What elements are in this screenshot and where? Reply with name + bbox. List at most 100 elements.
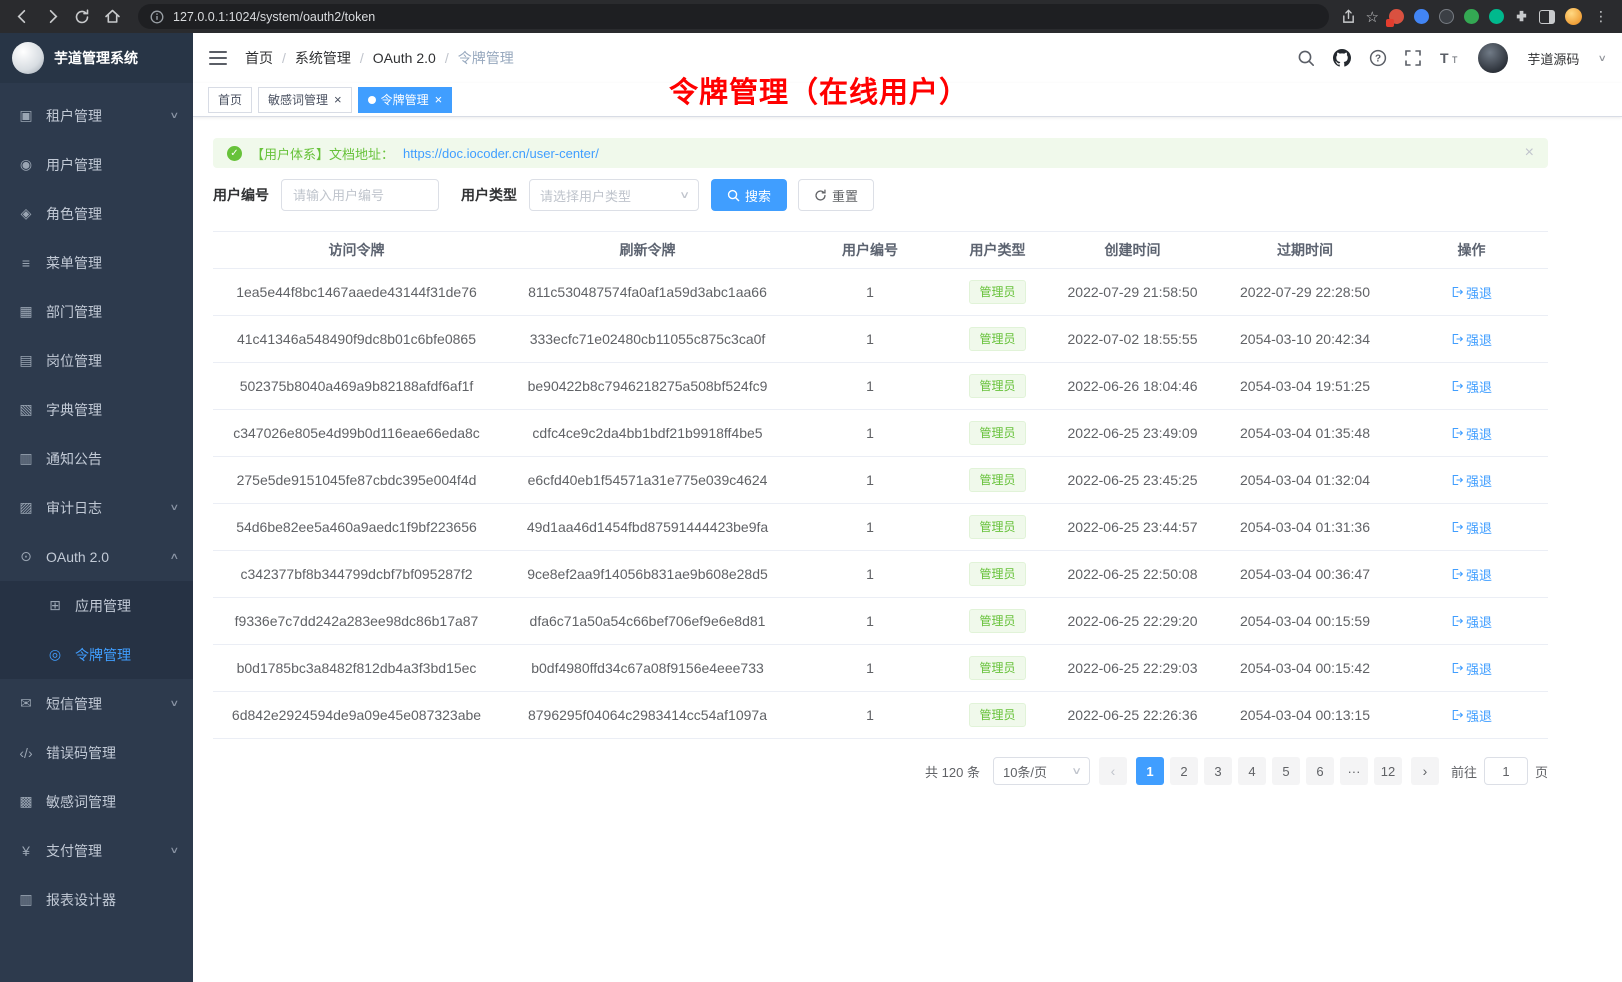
browser-home-icon[interactable] bbox=[98, 3, 126, 31]
sidebar-item-menu[interactable]: ≡ 菜单管理 bbox=[0, 238, 193, 287]
pagination: 共 120 条 10条/页 ∨ ‹ 123456···12 › 前往 页 bbox=[213, 757, 1548, 785]
sidebar-item-dept[interactable]: ▦ 部门管理 bbox=[0, 287, 193, 336]
force-logout-button[interactable]: 强退 bbox=[1451, 706, 1492, 725]
browser-profile-avatar[interactable] bbox=[1565, 8, 1582, 25]
close-icon[interactable]: × bbox=[1525, 145, 1534, 161]
sidebar-item-tenant[interactable]: ▣ 租户管理∨ bbox=[0, 91, 193, 140]
user-type-select[interactable]: 请选择用户类型 ∨ bbox=[529, 179, 699, 211]
next-page-button[interactable]: › bbox=[1411, 757, 1439, 785]
prev-page-button[interactable]: ‹ bbox=[1099, 757, 1127, 785]
search-icon[interactable] bbox=[1297, 49, 1315, 67]
fullscreen-icon[interactable] bbox=[1404, 49, 1422, 67]
page-size-select[interactable]: 10条/页 ∨ bbox=[993, 757, 1090, 785]
sidebar-item-notice[interactable]: ▥ 通知公告 bbox=[0, 434, 193, 483]
sidebar-item-oauth2[interactable]: ⊙ OAuth 2.0∧ bbox=[0, 532, 193, 581]
user-id-cell: 1 bbox=[795, 316, 945, 363]
sidebar-item-payment[interactable]: ¥ 支付管理∨ bbox=[0, 826, 193, 875]
table-row: f9336e7c7dd242a283ee98dc86b17a87 dfa6c71… bbox=[213, 598, 1548, 645]
font-size-icon[interactable]: TT bbox=[1439, 49, 1461, 67]
puzzle-extensions-icon[interactable] bbox=[1514, 9, 1529, 24]
browser-menu-kebab-icon[interactable]: ⋮ bbox=[1592, 8, 1610, 25]
user-id-cell: 1 bbox=[795, 269, 945, 316]
sidebar-item-dict[interactable]: ▧ 字典管理 bbox=[0, 385, 193, 434]
doc-link[interactable]: https://doc.iocoder.cn/user-center/ bbox=[403, 146, 599, 161]
force-logout-button[interactable]: 强退 bbox=[1451, 424, 1492, 443]
sidebar-item-app-manage[interactable]: ⊞ 应用管理 bbox=[0, 581, 193, 630]
page-button[interactable]: 12 bbox=[1374, 757, 1402, 785]
sidebar-item-role[interactable]: ◈ 角色管理 bbox=[0, 189, 193, 238]
action-cell: 强退 bbox=[1395, 363, 1548, 410]
breadcrumb-item[interactable]: 首页 bbox=[245, 48, 273, 68]
reset-button[interactable]: 重置 bbox=[798, 179, 874, 211]
chevron-down-icon: ∨ bbox=[170, 698, 180, 709]
expire-time-cell: 2054-03-04 19:51:25 bbox=[1215, 363, 1395, 410]
sidebar-toggle-icon[interactable] bbox=[209, 51, 227, 65]
page-button[interactable]: 2 bbox=[1170, 757, 1198, 785]
extension-icon[interactable] bbox=[1489, 9, 1504, 24]
sidebar-item-user[interactable]: ◉ 用户管理 bbox=[0, 140, 193, 189]
close-icon[interactable]: × bbox=[334, 93, 342, 106]
logout-icon bbox=[1451, 333, 1463, 345]
browser-forward-icon[interactable] bbox=[38, 3, 66, 31]
username[interactable]: 芋道源码 bbox=[1527, 49, 1579, 68]
extension-icon[interactable] bbox=[1464, 9, 1479, 24]
table-row: 41c41346a548490f9dc8b01c6bfe0865 333ecfc… bbox=[213, 316, 1548, 363]
search-button[interactable]: 搜索 bbox=[711, 179, 787, 211]
user-avatar[interactable] bbox=[1478, 43, 1508, 73]
sidebar-item-audit-log[interactable]: ▨ 审计日志∨ bbox=[0, 483, 193, 532]
doc-alert: ✓ 【用户体系】文档地址： https://doc.iocoder.cn/use… bbox=[213, 138, 1548, 168]
sidebar-item-post[interactable]: ▤ 岗位管理 bbox=[0, 336, 193, 385]
breadcrumb-item[interactable]: 系统管理 bbox=[295, 48, 351, 68]
page-ellipsis-button[interactable]: ··· bbox=[1340, 757, 1368, 785]
force-logout-button[interactable]: 强退 bbox=[1451, 330, 1492, 349]
page-button[interactable]: 1 bbox=[1136, 757, 1164, 785]
force-logout-button[interactable]: 强退 bbox=[1451, 565, 1492, 584]
sidebar-item-label: 敏感词管理 bbox=[46, 792, 116, 812]
extension-icon[interactable] bbox=[1414, 9, 1429, 24]
page-button[interactable]: 5 bbox=[1272, 757, 1300, 785]
sidebar-item-sms[interactable]: ✉ 短信管理∨ bbox=[0, 679, 193, 728]
app-logo[interactable]: 芋道管理系统 bbox=[0, 33, 193, 83]
sidebar-item-report-designer[interactable]: ▥ 报表设计器 bbox=[0, 875, 193, 924]
force-logout-button[interactable]: 强退 bbox=[1451, 612, 1492, 631]
tab-token-manage[interactable]: 令牌管理× bbox=[358, 87, 453, 113]
table-row: c342377bf8b344799dcbf7bf095287f2 9ce8ef2… bbox=[213, 551, 1548, 598]
extension-icon[interactable] bbox=[1389, 9, 1404, 24]
force-logout-button[interactable]: 强退 bbox=[1451, 471, 1492, 490]
tab-home[interactable]: 首页 bbox=[208, 87, 252, 113]
breadcrumb-item[interactable]: OAuth 2.0 bbox=[373, 50, 436, 66]
extension-icon[interactable] bbox=[1439, 9, 1454, 24]
close-icon[interactable]: × bbox=[435, 93, 443, 106]
action-cell: 强退 bbox=[1395, 598, 1548, 645]
side-panel-icon[interactable] bbox=[1539, 10, 1555, 24]
bookmark-star-icon[interactable]: ☆ bbox=[1366, 8, 1379, 26]
force-logout-button[interactable]: 强退 bbox=[1451, 377, 1492, 396]
force-logout-button[interactable]: 强退 bbox=[1451, 518, 1492, 537]
user-type-tag: 管理员 bbox=[969, 374, 1025, 398]
goto-page-input[interactable] bbox=[1484, 757, 1528, 785]
page-button[interactable]: 6 bbox=[1306, 757, 1334, 785]
access-token-cell: f9336e7c7dd242a283ee98dc86b17a87 bbox=[213, 598, 500, 645]
user-type-tag: 管理员 bbox=[969, 327, 1025, 351]
user-id-label: 用户编号 bbox=[213, 185, 269, 205]
site-info-icon[interactable] bbox=[150, 10, 164, 24]
address-bar[interactable]: 127.0.0.1:1024/system/oauth2/token bbox=[138, 4, 1329, 29]
browser-back-icon[interactable] bbox=[8, 3, 36, 31]
sidebar: 芋道管理系统 ▣ 租户管理∨ ◉ 用户管理 ◈ 角色管理 ≡ 菜单管理 ▦ 部门… bbox=[0, 33, 193, 982]
tab-sensitive-word[interactable]: 敏感词管理× bbox=[258, 87, 352, 113]
page-button[interactable]: 4 bbox=[1238, 757, 1266, 785]
force-logout-button[interactable]: 强退 bbox=[1451, 283, 1492, 302]
sidebar-item-sensitive-word[interactable]: ▩ 敏感词管理 bbox=[0, 777, 193, 826]
force-logout-button[interactable]: 强退 bbox=[1451, 659, 1492, 678]
user-id-input[interactable] bbox=[281, 179, 439, 211]
browser-reload-icon[interactable] bbox=[68, 3, 96, 31]
share-icon[interactable] bbox=[1341, 9, 1356, 24]
page-button[interactable]: 3 bbox=[1204, 757, 1232, 785]
help-icon[interactable]: ? bbox=[1369, 49, 1387, 67]
error-code-icon: ‹/› bbox=[15, 745, 37, 761]
github-icon[interactable] bbox=[1332, 48, 1352, 68]
sidebar-item-token-manage[interactable]: ◎ 令牌管理 bbox=[0, 630, 193, 679]
user-type-tag: 管理员 bbox=[969, 421, 1025, 445]
sidebar-item-error-code[interactable]: ‹/› 错误码管理 bbox=[0, 728, 193, 777]
sidebar-item-label: 菜单管理 bbox=[46, 253, 102, 273]
